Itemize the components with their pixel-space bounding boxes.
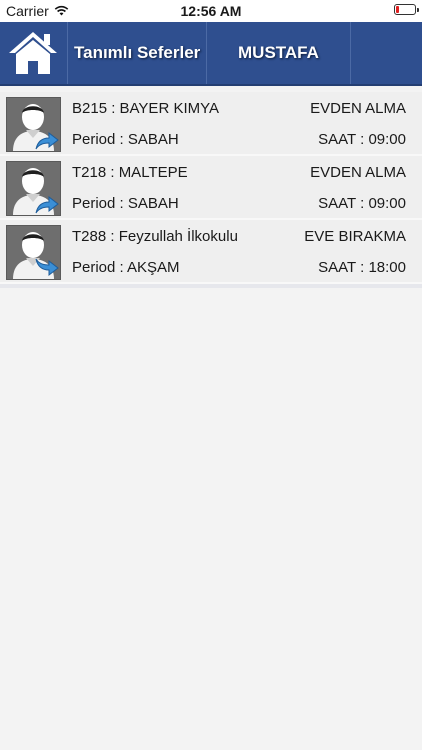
trip-list: B215 : BAYER KIMYA EVDEN ALMA Period : S… [0,92,422,288]
trip-route: T288 : Feyzullah İlkokulu [72,228,238,245]
pickup-arrow-icon [35,195,59,214]
trip-time: SAAT : 18:00 [318,259,406,276]
user-name: MUSTAFA [238,43,319,62]
trip-route: B215 : BAYER KIMYA [72,100,220,117]
trip-row[interactable]: T288 : Feyzullah İlkokulu EVE BIRAKMA Pe… [0,220,422,284]
trip-period: Period : AKŞAM [72,259,180,276]
nav-divider [206,22,207,84]
nav-divider [350,22,351,84]
navigation-bar: Tanımlı Seferler MUSTAFA [0,22,422,86]
trip-period: Period : SABAH [72,195,179,212]
trip-type: EVDEN ALMA [310,100,406,117]
trip-type: EVE BIRAKMA [304,228,406,245]
home-button[interactable] [0,22,66,84]
nav-divider [67,22,68,84]
pickup-arrow-icon [35,131,59,150]
avatar [6,225,61,280]
battery-icon [394,4,419,15]
avatar [6,161,61,216]
trip-type: EVDEN ALMA [310,164,406,181]
trip-time: SAAT : 09:00 [318,195,406,212]
home-icon [9,32,57,74]
avatar [6,97,61,152]
trip-route: T218 : MALTEPE [72,164,188,181]
page-title: Tanımlı Seferler [74,43,201,62]
status-bar: Carrier 12:56 AM [0,0,422,22]
trip-period: Period : SABAH [72,131,179,148]
dropoff-arrow-icon [35,258,59,277]
status-time: 12:56 AM [180,3,242,19]
trip-row[interactable]: T218 : MALTEPE EVDEN ALMA Period : SABAH… [0,156,422,220]
list-footer-divider [0,284,422,288]
trip-row[interactable]: B215 : BAYER KIMYA EVDEN ALMA Period : S… [0,92,422,156]
trip-time: SAAT : 09:00 [318,131,406,148]
